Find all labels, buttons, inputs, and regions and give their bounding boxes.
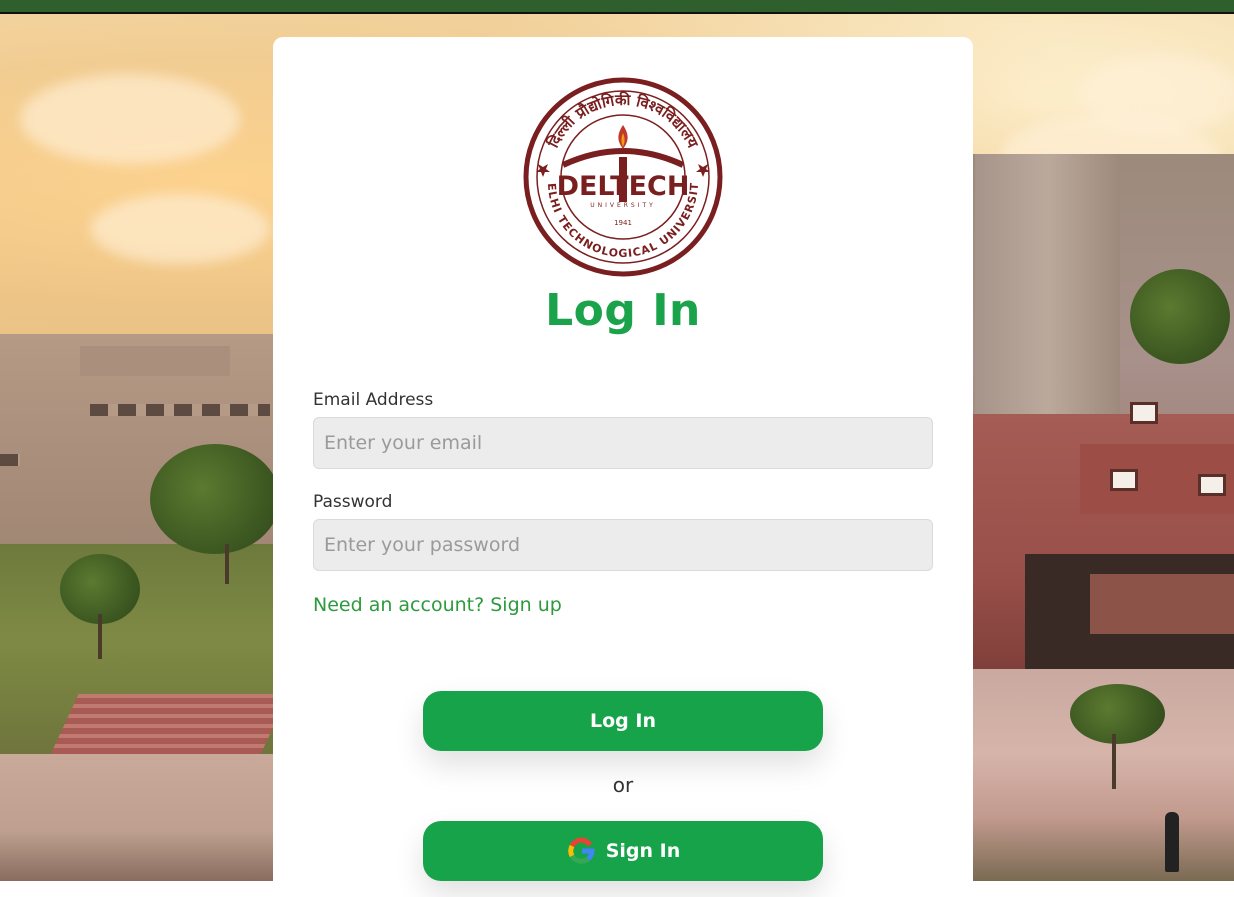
svg-text:1941: 1941 xyxy=(614,219,632,227)
login-card: दिल्ली प्रौद्योगिकी विश्वविद्यालय DELHI … xyxy=(273,37,973,897)
password-label: Password xyxy=(313,492,393,512)
login-button-label: Log In xyxy=(590,710,656,732)
svg-text:DELTECH: DELTECH xyxy=(557,171,690,202)
page-title: Log In xyxy=(545,285,701,336)
password-input[interactable] xyxy=(313,519,933,571)
google-sign-in-label: Sign In xyxy=(605,840,681,862)
email-input[interactable] xyxy=(313,417,933,469)
or-separator: or xyxy=(612,773,634,797)
university-logo: दिल्ली प्रौद्योगिकी विश्वविद्यालय DELHI … xyxy=(523,77,723,277)
google-sign-in-button[interactable]: Sign In xyxy=(423,821,823,881)
svg-text:UNIVERSITY: UNIVERSITY xyxy=(590,202,656,209)
google-g-icon xyxy=(568,837,595,864)
signup-link[interactable]: Need an account? Sign up xyxy=(313,594,562,616)
email-label: Email Address xyxy=(313,390,434,410)
top-bar xyxy=(0,0,1234,14)
login-button[interactable]: Log In xyxy=(423,691,823,751)
